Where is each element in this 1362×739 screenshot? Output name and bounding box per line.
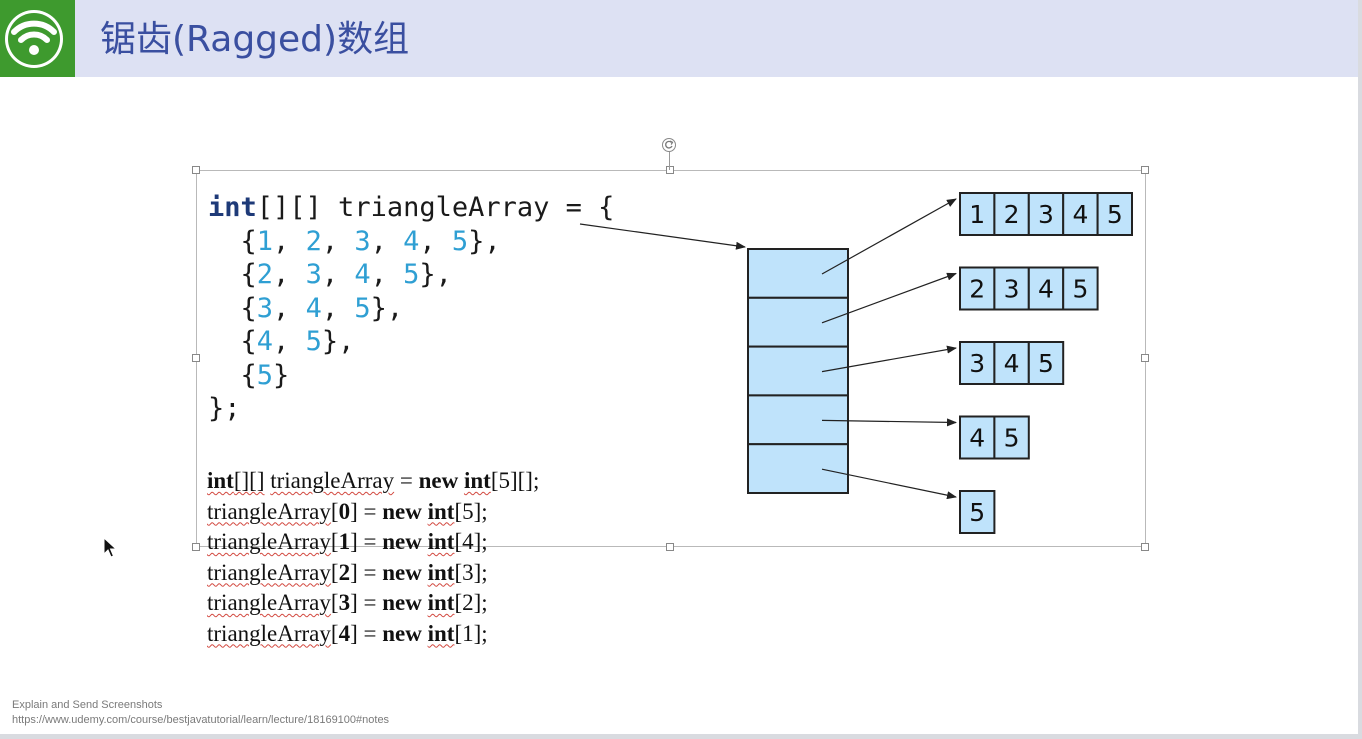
reference-arrow bbox=[579, 223, 746, 250]
row-array-value: 5 bbox=[1072, 275, 1088, 304]
pointer-arrow bbox=[821, 198, 957, 275]
row-array-value: 2 bbox=[1004, 200, 1020, 229]
row-array-value: 3 bbox=[1004, 275, 1020, 304]
row-array-value: 5 bbox=[1004, 424, 1020, 453]
status-overlay: Explain and Send Screenshots https://www.… bbox=[12, 698, 389, 728]
diagram-content: 1 2 3 4 52 3 4 53 4 54 55 bbox=[579, 192, 1133, 534]
mouse-pointer-icon bbox=[103, 537, 118, 558]
row-array-value: 5 bbox=[969, 498, 985, 527]
row-array-value: 2 bbox=[969, 275, 985, 304]
ragged-array-diagram: 1 2 3 4 52 3 4 53 4 54 55 bbox=[579, 192, 1133, 534]
row-array-value: 3 bbox=[969, 349, 985, 378]
row-array-value: 5 bbox=[1107, 200, 1123, 229]
row-array-value: 4 bbox=[1004, 349, 1020, 378]
row-array-value: 4 bbox=[1072, 200, 1088, 229]
slide: { "window": { "title": "锯齿(Ragged)数组" },… bbox=[0, 0, 1362, 739]
outer-array-cell bbox=[747, 296, 849, 348]
row-array-value: 4 bbox=[969, 424, 985, 453]
row-array-value: 3 bbox=[1038, 200, 1054, 229]
row-array-value: 1 bbox=[969, 200, 985, 229]
row-array-value: 5 bbox=[1038, 349, 1054, 378]
status-url[interactable]: https://www.udemy.com/course/bestjavatut… bbox=[12, 713, 389, 728]
status-line: Explain and Send Screenshots bbox=[12, 699, 163, 711]
outer-array-cell bbox=[747, 443, 849, 495]
outer-array-cell bbox=[747, 345, 849, 397]
row-array-value: 4 bbox=[1038, 275, 1054, 304]
outer-array-cell bbox=[747, 248, 849, 299]
outer-array-cell bbox=[747, 394, 849, 446]
